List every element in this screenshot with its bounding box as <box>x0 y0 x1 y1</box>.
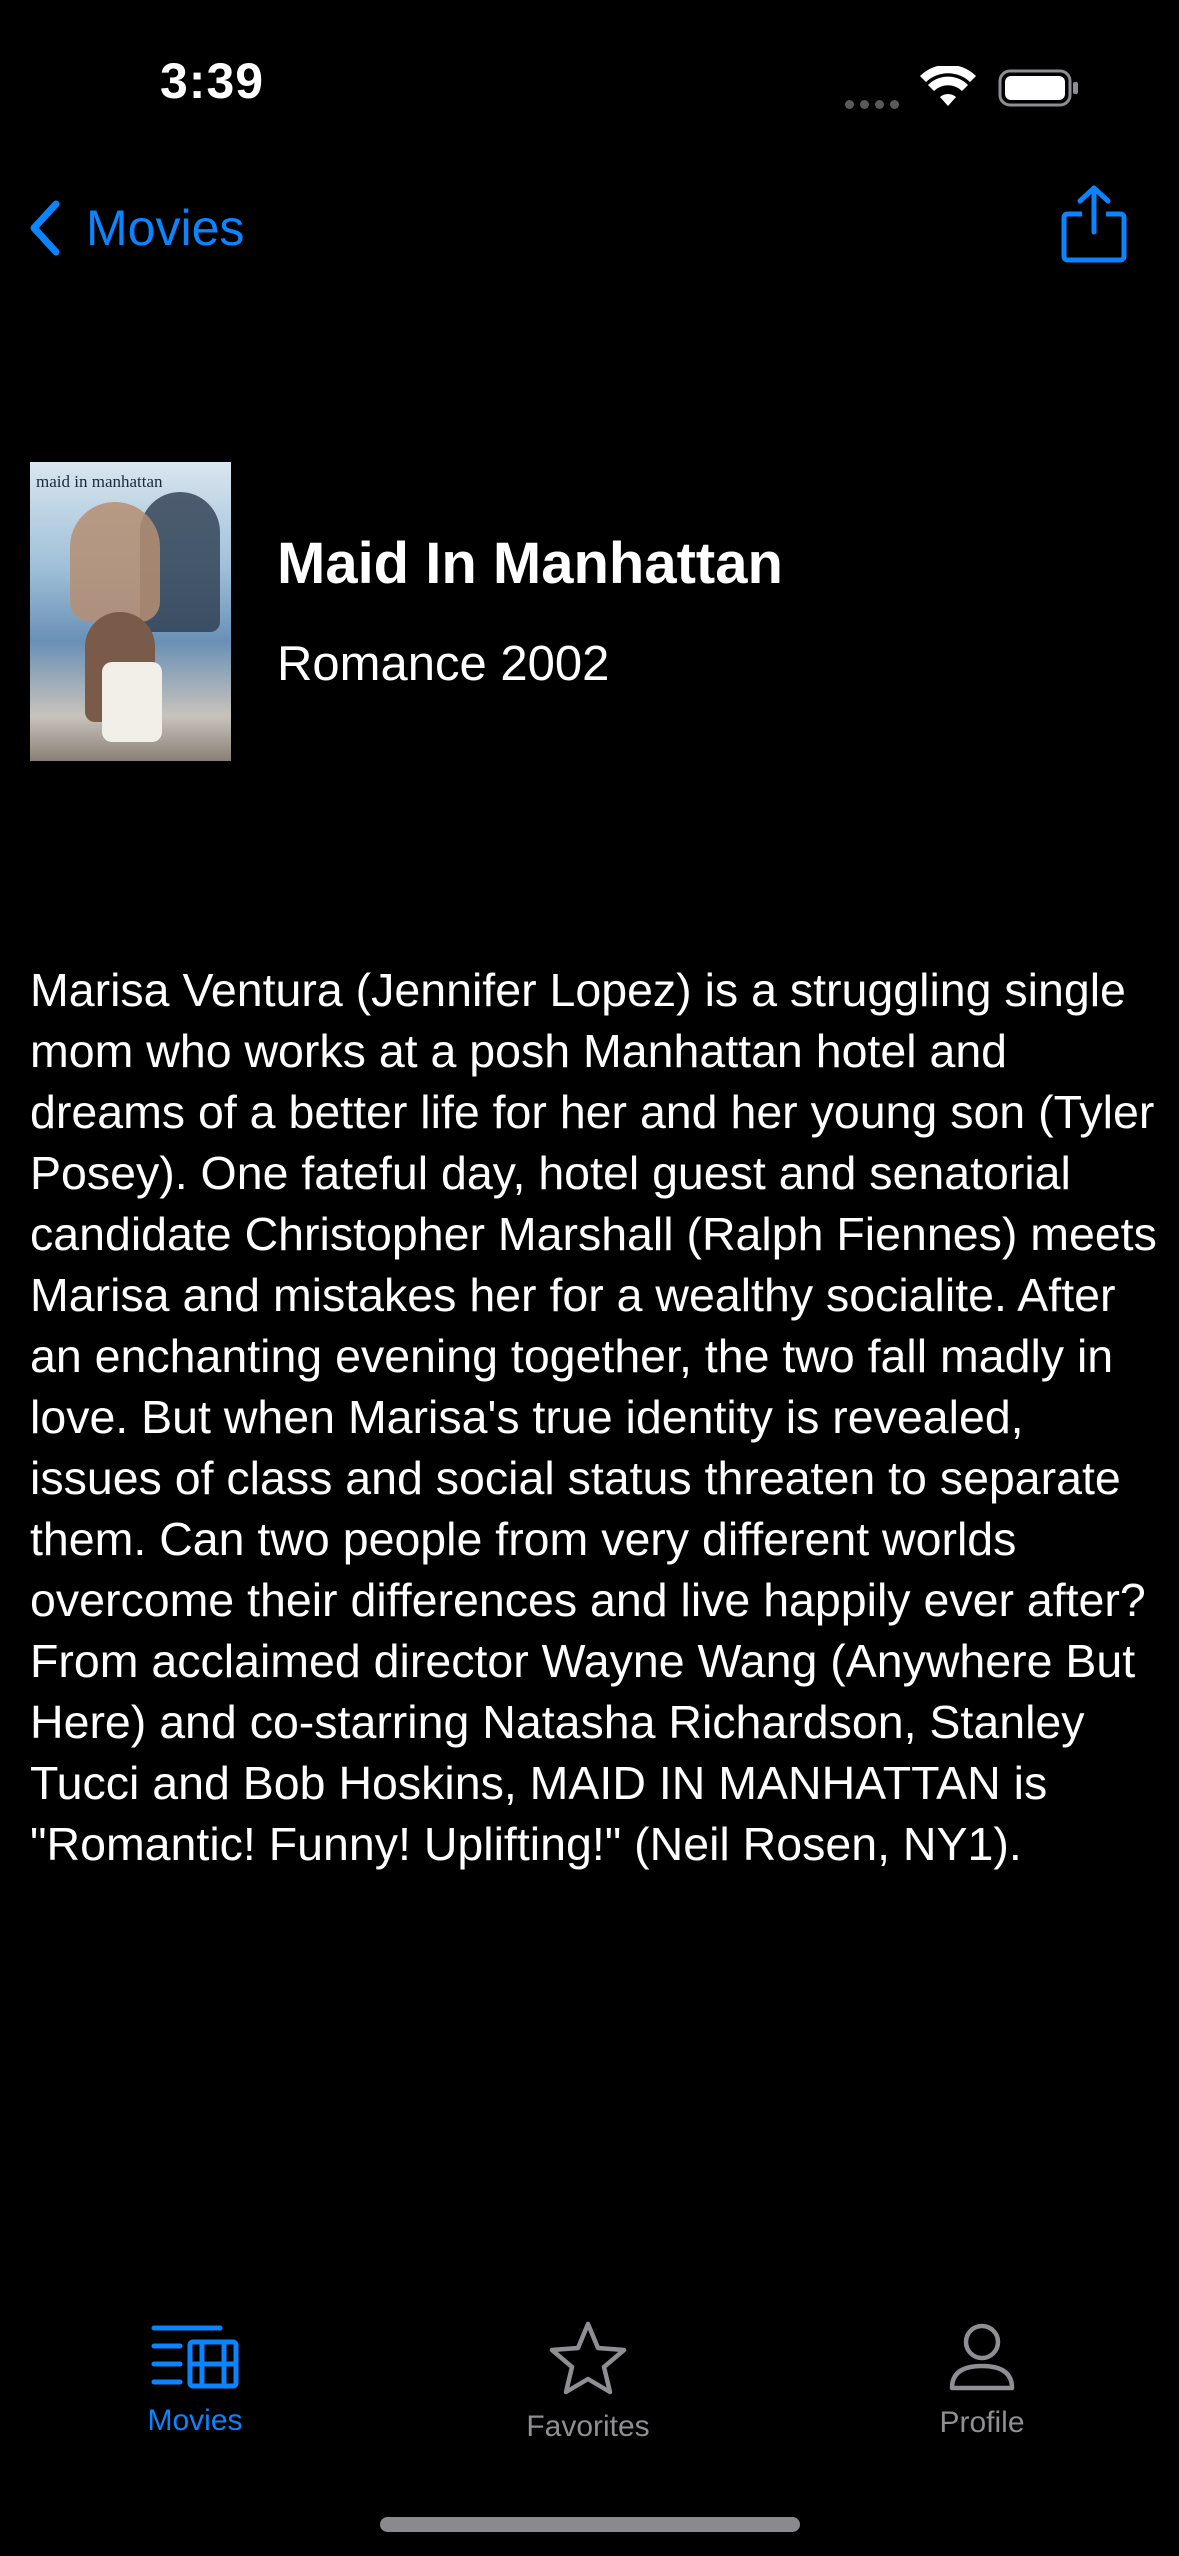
movie-description: Marisa Ventura (Jennifer Lopez) is a str… <box>30 964 1157 1870</box>
tab-profile[interactable]: Profile <box>862 2320 1102 2470</box>
tab-movies-label: Movies <box>147 2404 243 2437</box>
back-button-label: Movies <box>86 200 245 256</box>
back-button[interactable]: Movies <box>24 192 244 264</box>
home-indicator[interactable] <box>380 2517 800 2532</box>
tab-bar: Movies Favorites Profile <box>0 2290 1179 2490</box>
signal-dots-icon <box>845 96 905 109</box>
film-list-icon <box>151 2325 239 2389</box>
tab-profile-label: Profile <box>939 2406 1025 2439</box>
wifi-icon <box>920 66 976 106</box>
tab-movies[interactable]: Movies <box>75 2320 315 2470</box>
movie-title: Maid In Manhattan <box>277 531 783 596</box>
status-time: 3:39 <box>160 53 265 109</box>
person-icon <box>949 2323 1015 2391</box>
share-icon[interactable] <box>1060 184 1128 264</box>
star-icon <box>549 2321 627 2395</box>
chevron-left-icon <box>30 200 60 256</box>
status-bar: 3:39 <box>0 0 1179 170</box>
poster-figure <box>102 662 162 742</box>
poster-title-text: maid in manhattan <box>36 472 163 491</box>
tab-favorites-label: Favorites <box>526 2410 650 2443</box>
movie-genre-year: Romance 2002 <box>277 637 610 691</box>
poster-figure <box>70 502 160 622</box>
movie-poster: maid in manhattan <box>30 462 231 761</box>
battery-icon <box>998 69 1078 107</box>
tab-favorites[interactable]: Favorites <box>468 2320 708 2470</box>
